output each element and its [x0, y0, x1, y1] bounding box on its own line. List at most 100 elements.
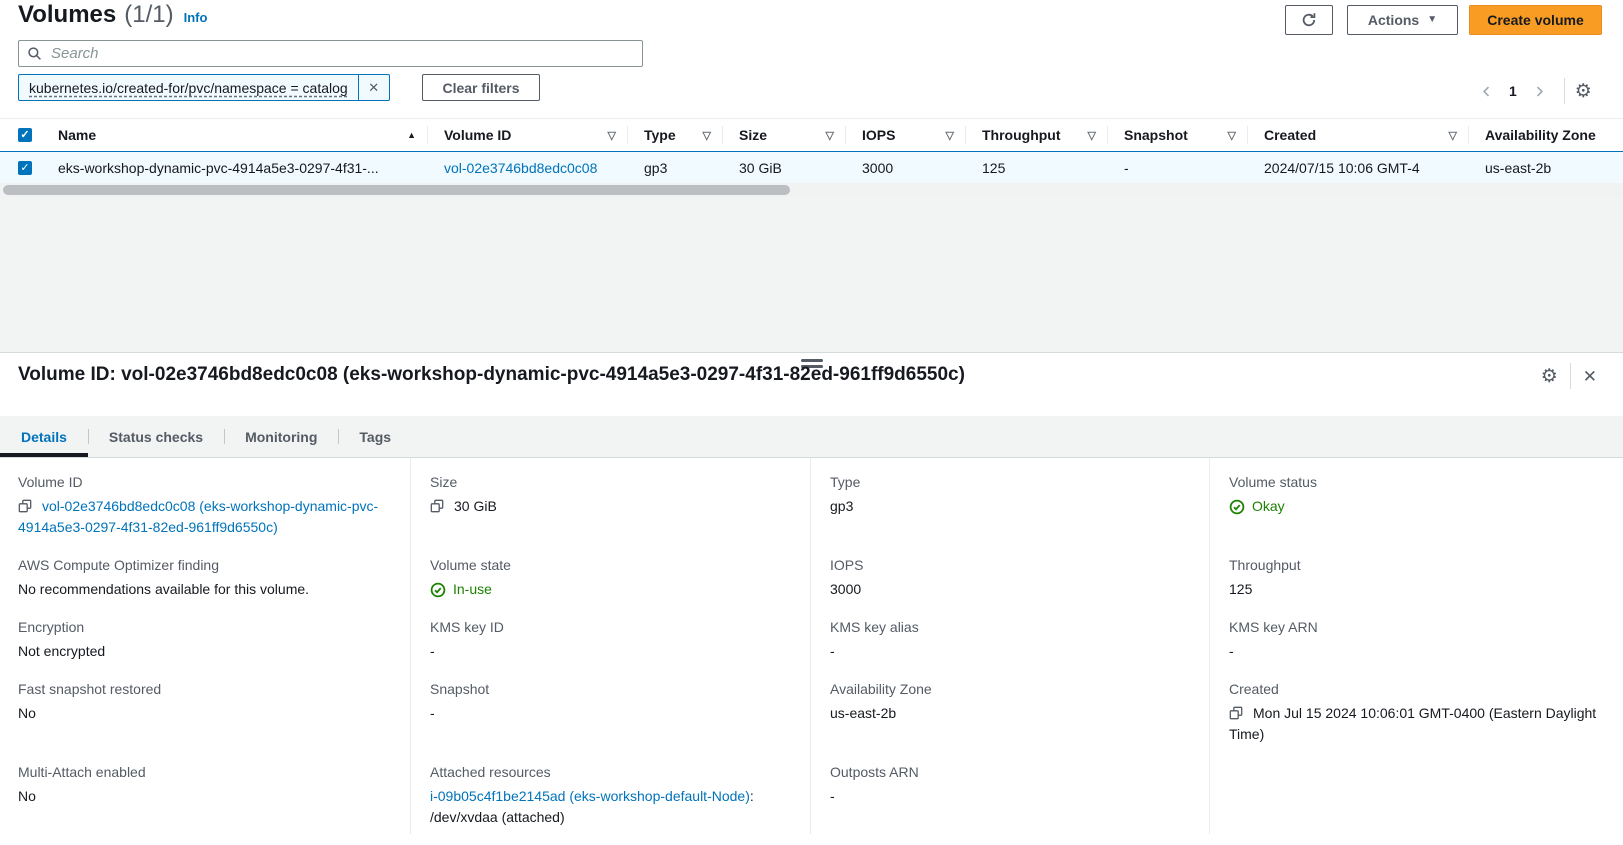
divider [1564, 78, 1565, 104]
search-input[interactable] [49, 44, 634, 63]
next-page-icon[interactable] [1525, 85, 1554, 98]
filter-icon[interactable]: ▽ [1228, 129, 1236, 142]
cell-size: 30 GiB [723, 152, 846, 184]
table-header-row: ✓ Name▲ Volume ID▽ Type▽ Size▽ IOPS▽ Thr… [0, 119, 1623, 152]
tab-details[interactable]: Details [0, 416, 88, 457]
filter-icon[interactable]: ▽ [826, 129, 834, 142]
copy-icon[interactable] [1229, 706, 1243, 720]
field-throughput: Throughput 125 [1209, 555, 1623, 617]
tab-monitoring[interactable]: Monitoring [224, 416, 338, 457]
cell-iops: 3000 [846, 152, 966, 184]
refresh-icon [1301, 12, 1317, 28]
field-multi-attach: Multi-Attach enabled No [0, 762, 410, 824]
filter-icon[interactable]: ▽ [1088, 129, 1096, 142]
field-attached-resources: Attached resources i-09b05c4f1be2145ad (… [410, 762, 810, 845]
column-header-throughput[interactable]: Throughput▽ [966, 119, 1108, 152]
filter-token-label: kubernetes.io/created-for/pvc/namespace … [19, 75, 359, 100]
horizontal-scrollbar-thumb[interactable] [3, 185, 790, 195]
field-kms-key-arn: KMS key ARN - [1209, 617, 1623, 679]
horizontal-scrollbar-track[interactable] [0, 183, 1623, 197]
column-header-volume-id[interactable]: Volume ID▽ [428, 119, 628, 152]
cell-availability-zone: us-east-2b [1469, 152, 1623, 184]
actions-button[interactable]: Actions ▼ [1347, 5, 1458, 35]
cell-name: eks-workshop-dynamic-pvc-4914a5e3-0297-4… [42, 152, 428, 184]
field-fast-snapshot-restored: Fast snapshot restored No [0, 679, 410, 741]
field-encryption: Encryption Not encrypted [0, 617, 410, 679]
volume-id-link[interactable]: vol-02e3746bd8edc0c08 [444, 160, 597, 176]
panel-title: Volume ID: vol-02e3746bd8edc0c08 (eks-wo… [18, 364, 965, 386]
panel-settings-gear-icon[interactable]: ⚙ [1541, 367, 1558, 386]
column-header-created[interactable]: Created▽ [1248, 119, 1469, 152]
field-snapshot: Snapshot - [410, 679, 810, 741]
panel-tabs: Details Status checks Monitoring Tags [0, 416, 1623, 458]
sort-ascending-icon[interactable]: ▲ [407, 130, 416, 140]
filter-token: kubernetes.io/created-for/pvc/namespace … [18, 74, 390, 101]
create-volume-button[interactable]: Create volume [1469, 5, 1602, 35]
field-created: Created Mon Jul 15 2024 10:06:01 GMT-040… [1209, 679, 1623, 762]
cell-throughput: 125 [966, 152, 1108, 184]
filter-icon[interactable]: ▽ [608, 129, 616, 142]
empty-cell [1209, 762, 1623, 779]
page-header: Volumes (1/1) Info [18, 1, 207, 29]
field-outposts-arn: Outposts ARN - [810, 762, 1209, 824]
page-title: Volumes [18, 1, 116, 29]
create-volume-label: Create volume [1487, 12, 1583, 28]
column-header-snapshot[interactable]: Snapshot▽ [1108, 119, 1248, 152]
caret-down-icon: ▼ [1427, 15, 1437, 25]
volume-status-value: Okay [1252, 496, 1285, 517]
field-availability-zone: Availability Zone us-east-2b [810, 679, 1209, 741]
table-settings-gear-icon[interactable]: ⚙ [1575, 82, 1592, 101]
info-link[interactable]: Info [184, 10, 208, 25]
column-header-name[interactable]: Name▲ [42, 119, 428, 152]
tab-status-checks[interactable]: Status checks [88, 416, 224, 457]
field-kms-key-id: KMS key ID - [410, 617, 810, 679]
resource-count: (1/1) [124, 1, 173, 29]
search-box[interactable] [18, 40, 643, 67]
tab-tags[interactable]: Tags [338, 416, 412, 457]
table-empty-area [0, 197, 1623, 352]
filter-icon[interactable]: ▽ [1449, 129, 1457, 142]
previous-page-icon[interactable] [1472, 85, 1501, 98]
clear-filters-button[interactable]: Clear filters [422, 74, 540, 101]
cell-created: 2024/07/15 10:06 GMT-4 [1248, 152, 1469, 184]
column-header-iops[interactable]: IOPS▽ [846, 119, 966, 152]
attached-device: /dev/xvdaa (attached) [430, 807, 792, 828]
volumes-table: ✓ Name▲ Volume ID▽ Type▽ Size▽ IOPS▽ Thr… [0, 118, 1623, 184]
field-iops: IOPS 3000 [810, 555, 1209, 617]
field-volume-state: Volume state In-use [410, 555, 810, 617]
search-icon [27, 46, 42, 61]
volume-id-detail-link[interactable]: vol-02e3746bd8edc0c08 (eks-workshop-dyna… [18, 498, 378, 535]
refresh-button[interactable] [1285, 5, 1333, 35]
field-compute-optimizer: AWS Compute Optimizer finding No recomme… [0, 555, 410, 617]
cell-type: gp3 [628, 152, 723, 184]
copy-icon[interactable] [18, 499, 32, 513]
panel-close-icon[interactable]: ✕ [1583, 368, 1597, 385]
clear-filters-label: Clear filters [442, 80, 519, 96]
attached-instance-link[interactable]: i-09b05c4f1be2145ad (eks-workshop-defaul… [430, 788, 750, 804]
pagination: 1 ⚙ [1472, 77, 1592, 105]
copy-icon[interactable] [430, 499, 444, 513]
divider [1570, 363, 1571, 389]
field-type: Type gp3 [810, 472, 1209, 534]
remove-filter-icon[interactable]: ✕ [359, 75, 389, 100]
cell-snapshot: - [1108, 152, 1248, 184]
success-check-icon [430, 582, 446, 598]
filter-icon[interactable]: ▽ [703, 129, 711, 142]
column-header-availability-zone[interactable]: Availability Zone [1469, 119, 1623, 152]
actions-button-label: Actions [1368, 12, 1419, 28]
volume-state-value: In-use [453, 579, 492, 600]
column-header-size[interactable]: Size▽ [723, 119, 846, 152]
field-size: Size 30 GiB [410, 472, 810, 534]
row-checkbox[interactable]: ✓ [18, 161, 32, 175]
field-volume-status: Volume status Okay [1209, 472, 1623, 534]
select-all-checkbox[interactable]: ✓ [18, 128, 32, 142]
volume-details-panel: Volume ID: vol-02e3746bd8edc0c08 (eks-wo… [0, 352, 1623, 834]
success-check-icon [1229, 499, 1245, 515]
current-page[interactable]: 1 [1501, 83, 1525, 99]
column-header-type[interactable]: Type▽ [628, 119, 723, 152]
filter-icon[interactable]: ▽ [946, 129, 954, 142]
details-content: Volume ID vol-02e3746bd8edc0c08 (eks-wor… [0, 458, 1623, 834]
field-volume-id: Volume ID vol-02e3746bd8edc0c08 (eks-wor… [0, 472, 410, 555]
table-row[interactable]: ✓ eks-workshop-dynamic-pvc-4914a5e3-0297… [0, 152, 1623, 184]
field-kms-key-alias: KMS key alias - [810, 617, 1209, 679]
